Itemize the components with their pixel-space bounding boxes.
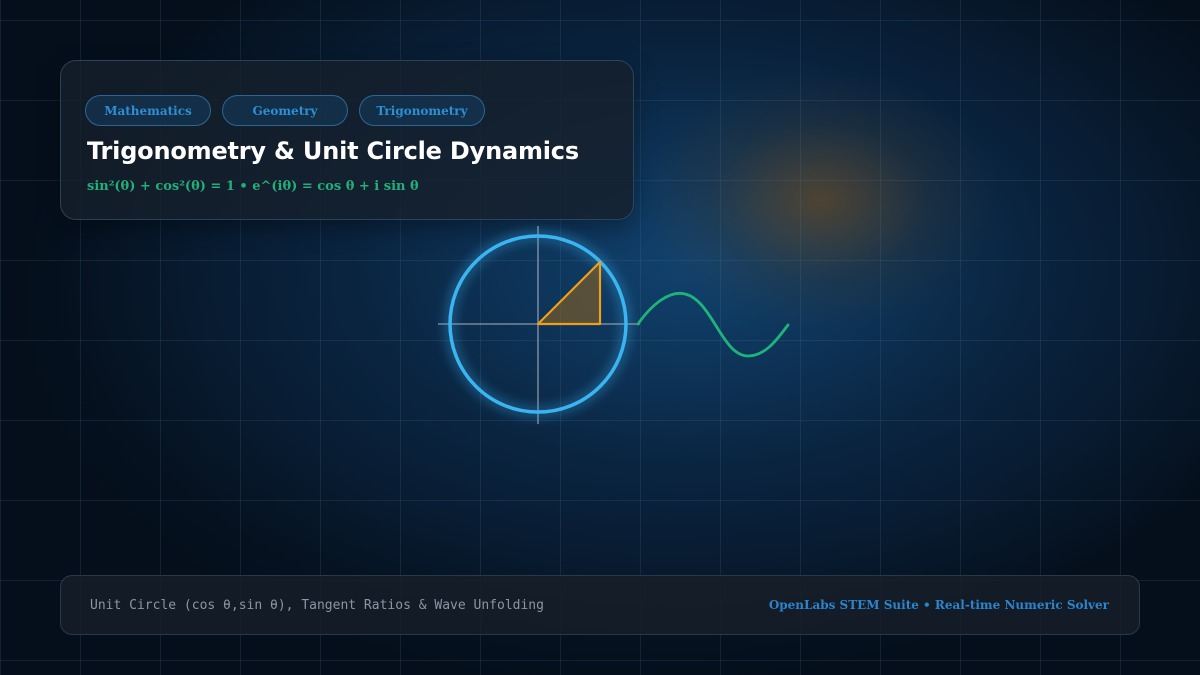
sine-wave (636, 291, 790, 358)
angle-triangle (536, 260, 602, 326)
footer-description: Unit Circle (cos θ,sin θ), Tangent Ratio… (90, 598, 544, 613)
footer-bar: Unit Circle (cos θ,sin θ), Tangent Ratio… (60, 575, 1140, 635)
unit-circle-diagram (438, 226, 790, 424)
footer-credit: OpenLabs STEM Suite • Real-time Numeric … (768, 598, 1109, 612)
canvas: Mathematics Geometry Trigonometry Trigon… (0, 0, 1200, 675)
